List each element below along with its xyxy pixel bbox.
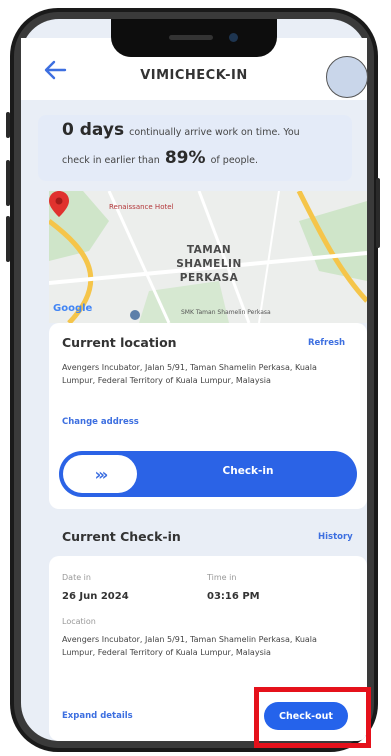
date-in-value: 26 Jun 2024 <box>62 591 129 602</box>
date-in-label: Date in <box>62 573 91 582</box>
current-check-in-title: Current Check-in <box>62 529 181 544</box>
check-in-slider[interactable]: ››› Check-in <box>59 451 357 497</box>
stats-line-2: check in earlier than 89% of people. <box>62 148 258 168</box>
google-logo: Google <box>53 303 93 314</box>
map-area-name: TAMAN SHAMELIN PERKASA <box>149 243 269 285</box>
days-text: continually arrive work on time. You <box>129 127 300 138</box>
map-area-line-3: PERKASA <box>179 272 239 284</box>
avatar[interactable] <box>326 56 368 98</box>
camera <box>229 33 238 42</box>
current-address: Avengers Incubator, Jalan 5/91, Taman Sh… <box>62 363 317 385</box>
history-link[interactable]: History <box>318 532 353 542</box>
check-in-location-value: Avengers Incubator, Jalan 5/91, Taman Sh… <box>62 635 317 657</box>
time-in-label: Time in <box>207 573 237 582</box>
map-poi-school: SMK Taman Shamelin Perkasa <box>181 309 271 316</box>
percent-value: 89% <box>164 148 206 168</box>
percent-prefix: check in earlier than <box>62 155 160 166</box>
expand-details-link[interactable]: Expand details <box>62 711 133 721</box>
current-location-title: Current location <box>62 335 177 350</box>
phone-volume-up-button <box>6 160 10 206</box>
highlight-box <box>254 687 371 748</box>
stats-line-1: 0 days continually arrive work on time. … <box>62 120 300 140</box>
notch <box>111 19 277 57</box>
map-area-line-2: SHAMELIN <box>176 258 242 270</box>
change-address-link[interactable]: Change address <box>62 417 139 427</box>
map-poi-hotel: Renaissance Hotel <box>109 203 174 211</box>
days-count: 0 days <box>62 120 125 140</box>
refresh-link[interactable]: Refresh <box>308 338 345 348</box>
location-label: Location <box>62 617 96 626</box>
phone-power-button <box>376 178 380 248</box>
map-area-line-1: TAMAN <box>186 244 232 256</box>
speaker <box>169 35 213 40</box>
page-title: VIMICHECK-IN <box>140 68 248 83</box>
phone-side-button <box>6 112 10 138</box>
percent-suffix: of people. <box>210 155 259 166</box>
check-in-label: Check-in <box>222 465 274 477</box>
time-in-value: 03:16 PM <box>207 591 260 602</box>
map-pin-icon <box>49 191 69 217</box>
phone-volume-down-button <box>6 216 10 262</box>
slider-handle[interactable]: ››› <box>63 455 137 493</box>
location-map[interactable]: Renaissance Hotel TAMAN SHAMELIN PERKASA… <box>49 191 367 323</box>
chevrons-right-icon: ››› <box>94 464 109 484</box>
